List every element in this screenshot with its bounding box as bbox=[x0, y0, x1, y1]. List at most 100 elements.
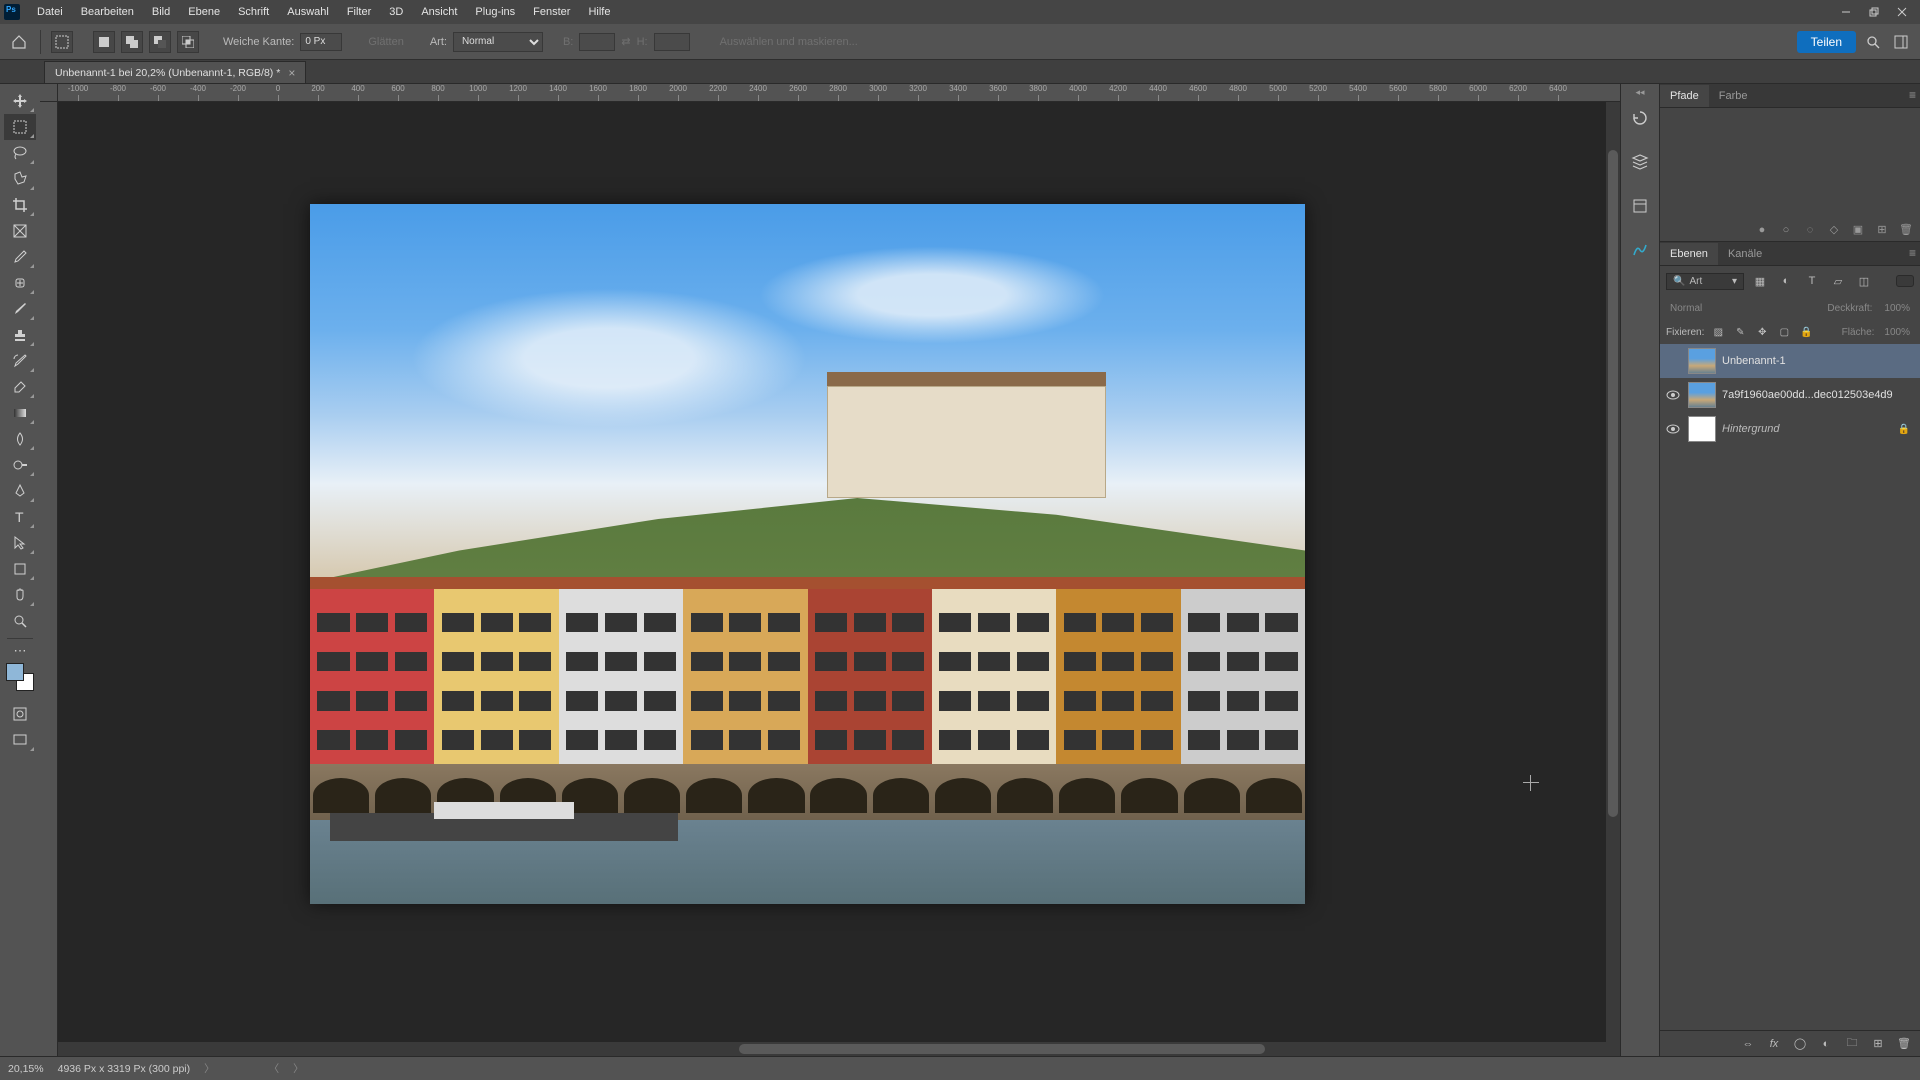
menu-datei[interactable]: Datei bbox=[28, 0, 72, 24]
close-tab-icon[interactable]: × bbox=[288, 62, 295, 84]
window-restore-button[interactable] bbox=[1860, 2, 1888, 22]
layer-row[interactable]: 7a9f1960ae00dd...dec012503e4d9 bbox=[1660, 378, 1920, 412]
filter-smart-icon[interactable]: ◫ bbox=[1854, 272, 1874, 290]
lock-all-icon[interactable]: 🔒 bbox=[1798, 325, 1814, 339]
horizontal-scrollbar[interactable] bbox=[58, 1042, 1606, 1056]
filter-pixel-icon[interactable]: ▦ bbox=[1750, 272, 1770, 290]
brush-tool[interactable] bbox=[4, 296, 36, 322]
zoom-level[interactable]: 20,15% bbox=[8, 1063, 44, 1075]
shape-tool[interactable] bbox=[4, 556, 36, 582]
screen-mode-icon[interactable] bbox=[4, 727, 36, 753]
filter-adjust-icon[interactable]: ◐ bbox=[1776, 272, 1796, 290]
layer-filter-type[interactable]: 🔍 Art ▾ bbox=[1666, 273, 1744, 290]
window-close-button[interactable] bbox=[1888, 2, 1916, 22]
layer-mask-icon[interactable]: ◯ bbox=[1792, 1037, 1808, 1051]
horizontal-ruler[interactable]: -1000-800-600-400-2000200400600800100012… bbox=[58, 84, 1620, 102]
quick-mask-icon[interactable] bbox=[4, 701, 36, 727]
menu-auswahl[interactable]: Auswahl bbox=[278, 0, 338, 24]
subtract-selection-icon[interactable] bbox=[149, 31, 171, 53]
history-panel-icon[interactable] bbox=[1628, 106, 1652, 130]
doc-info-menu-icon[interactable]: 〉 bbox=[204, 1061, 215, 1076]
workspace-switcher-icon[interactable] bbox=[1890, 31, 1912, 53]
fill-path-icon[interactable]: ● bbox=[1754, 223, 1770, 237]
gradient-tool[interactable] bbox=[4, 400, 36, 426]
document-info[interactable]: 4936 Px x 3319 Px (300 ppi) bbox=[58, 1063, 191, 1075]
stroke-path-icon[interactable]: ○ bbox=[1778, 223, 1794, 237]
vertical-scrollbar[interactable] bbox=[1606, 102, 1620, 1056]
crop-tool[interactable] bbox=[4, 192, 36, 218]
share-button[interactable]: Teilen bbox=[1797, 31, 1856, 53]
menu-filter[interactable]: Filter bbox=[338, 0, 380, 24]
lock-position-icon[interactable]: ✥ bbox=[1754, 325, 1770, 339]
filter-shape-icon[interactable]: ▱ bbox=[1828, 272, 1848, 290]
group-layers-icon[interactable]: 🗀 bbox=[1844, 1037, 1860, 1051]
menu-bearbeiten[interactable]: Bearbeiten bbox=[72, 0, 143, 24]
layer-thumbnail[interactable] bbox=[1688, 416, 1716, 442]
selection-to-path-icon[interactable]: ◇ bbox=[1826, 223, 1842, 237]
menu-ebene[interactable]: Ebene bbox=[179, 0, 229, 24]
color-tab[interactable]: Farbe bbox=[1709, 85, 1758, 107]
menu-schrift[interactable]: Schrift bbox=[229, 0, 278, 24]
dodge-tool[interactable] bbox=[4, 452, 36, 478]
document-tab[interactable]: Unbenannt-1 bei 20,2% (Unbenannt-1, RGB/… bbox=[44, 61, 306, 83]
move-tool[interactable] bbox=[4, 88, 36, 114]
lock-artboard-icon[interactable]: ▢ bbox=[1776, 325, 1792, 339]
channels-tab[interactable]: Kanäle bbox=[1718, 243, 1772, 265]
vertical-ruler[interactable] bbox=[40, 102, 58, 1056]
properties-panel-icon[interactable] bbox=[1628, 194, 1652, 218]
path-to-selection-icon[interactable]: ◌ bbox=[1802, 223, 1818, 237]
canvas-area[interactable]: -1000-800-600-400-2000200400600800100012… bbox=[40, 84, 1620, 1056]
filter-type-icon[interactable]: T bbox=[1802, 272, 1822, 290]
layer-thumbnail[interactable] bbox=[1688, 348, 1716, 374]
add-selection-icon[interactable] bbox=[121, 31, 143, 53]
add-mask-path-icon[interactable]: ▣ bbox=[1850, 223, 1866, 237]
hand-tool[interactable] bbox=[4, 582, 36, 608]
opacity-value[interactable]: 100% bbox=[1880, 303, 1914, 314]
timeline-next-icon[interactable]: 〉 bbox=[293, 1061, 304, 1076]
healing-tool[interactable] bbox=[4, 270, 36, 296]
layer-row[interactable]: Hintergrund 🔒 bbox=[1660, 412, 1920, 446]
eyedropper-tool[interactable] bbox=[4, 244, 36, 270]
layer-name[interactable]: Unbenannt-1 bbox=[1722, 355, 1786, 367]
layer-thumbnail[interactable] bbox=[1688, 382, 1716, 408]
marquee-tool[interactable] bbox=[4, 114, 36, 140]
libraries-panel-icon[interactable] bbox=[1628, 150, 1652, 174]
edit-toolbar-icon[interactable]: ⋯ bbox=[14, 643, 27, 659]
search-icon[interactable] bbox=[1862, 31, 1884, 53]
quick-select-tool[interactable] bbox=[4, 166, 36, 192]
paths-tab[interactable]: Pfade bbox=[1660, 85, 1709, 107]
new-selection-icon[interactable] bbox=[93, 31, 115, 53]
layer-row[interactable]: Unbenannt-1 bbox=[1660, 344, 1920, 378]
dock-collapse-icon[interactable]: ◂◂ bbox=[1621, 86, 1659, 98]
path-select-tool[interactable] bbox=[4, 530, 36, 556]
menu-plugins[interactable]: Plug-ins bbox=[466, 0, 524, 24]
panel-menu-icon[interactable]: ≡ bbox=[1909, 88, 1916, 102]
color-swatches[interactable] bbox=[6, 663, 34, 691]
visibility-toggle[interactable] bbox=[1664, 424, 1682, 434]
visibility-toggle[interactable] bbox=[1664, 390, 1682, 400]
lasso-tool[interactable] bbox=[4, 140, 36, 166]
zoom-tool[interactable] bbox=[4, 608, 36, 634]
layer-name[interactable]: Hintergrund bbox=[1722, 423, 1779, 435]
filter-toggle[interactable] bbox=[1896, 275, 1914, 287]
delete-path-icon[interactable]: 🗑 bbox=[1898, 223, 1914, 237]
marquee-tool-preset-icon[interactable] bbox=[51, 31, 73, 53]
adjustments-panel-icon[interactable] bbox=[1628, 238, 1652, 262]
menu-bild[interactable]: Bild bbox=[143, 0, 179, 24]
blur-tool[interactable] bbox=[4, 426, 36, 452]
new-path-icon[interactable]: ⊞ bbox=[1874, 223, 1890, 237]
lock-pixels-icon[interactable]: ✎ bbox=[1732, 325, 1748, 339]
feather-input[interactable] bbox=[300, 33, 342, 51]
lock-transparency-icon[interactable]: ▨ bbox=[1710, 325, 1726, 339]
window-minimize-button[interactable] bbox=[1832, 2, 1860, 22]
intersect-selection-icon[interactable] bbox=[177, 31, 199, 53]
ruler-origin[interactable] bbox=[40, 84, 58, 102]
history-brush-tool[interactable] bbox=[4, 348, 36, 374]
stamp-tool[interactable] bbox=[4, 322, 36, 348]
type-tool[interactable]: T bbox=[4, 504, 36, 530]
layer-name[interactable]: 7a9f1960ae00dd...dec012503e4d9 bbox=[1722, 389, 1893, 401]
eraser-tool[interactable] bbox=[4, 374, 36, 400]
menu-3d[interactable]: 3D bbox=[380, 0, 412, 24]
panel-menu-icon[interactable]: ≡ bbox=[1909, 246, 1916, 260]
layers-tab[interactable]: Ebenen bbox=[1660, 243, 1718, 265]
